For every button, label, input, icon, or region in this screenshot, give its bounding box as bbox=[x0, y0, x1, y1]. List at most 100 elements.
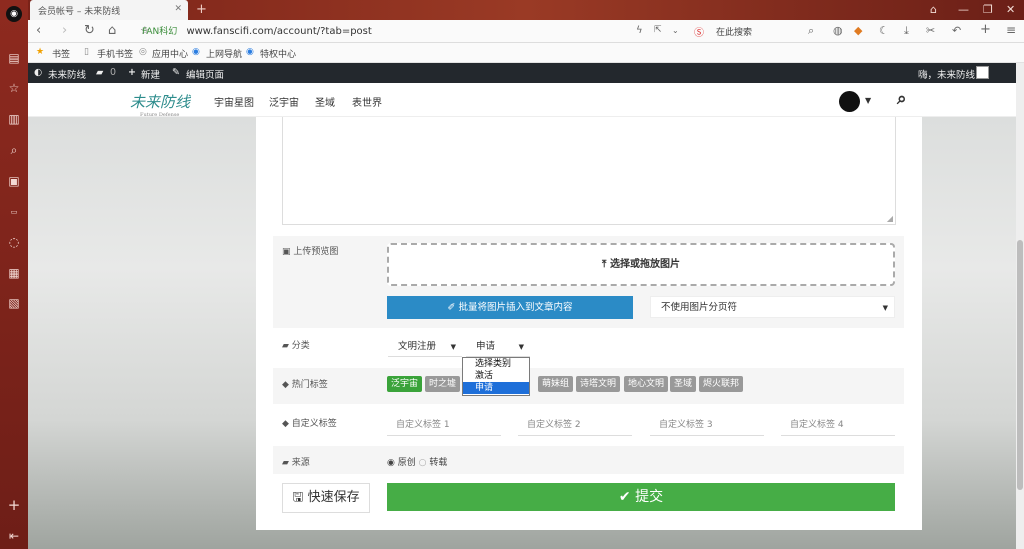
comment-count: 0 bbox=[110, 67, 117, 78]
browser-tab[interactable]: 会员帐号 – 未来防线 ✕ bbox=[30, 0, 188, 20]
avatar[interactable] bbox=[976, 66, 989, 79]
add-icon[interactable]: + bbox=[6, 497, 22, 513]
hot-tag[interactable]: 萌妹组 bbox=[538, 376, 574, 392]
bulb-icon[interactable]: ◍ bbox=[833, 24, 843, 37]
search-engine-icon[interactable]: Ⓢ bbox=[694, 24, 704, 39]
collapse-icon[interactable]: ⇤ bbox=[6, 528, 22, 544]
radio-repost[interactable]: ○ bbox=[419, 458, 427, 468]
category-primary-select[interactable]: 文明注册 ▼ bbox=[388, 337, 462, 357]
close-icon[interactable]: ✕ bbox=[174, 4, 182, 14]
comment-icon[interactable]: ▰ bbox=[96, 67, 103, 78]
greeting[interactable]: 嗨，未来防线 bbox=[918, 67, 975, 81]
minimize-icon[interactable]: — bbox=[958, 3, 969, 16]
home-icon[interactable]: ⌂ bbox=[108, 23, 116, 38]
custom-tag-input[interactable]: 自定义标签 1 bbox=[387, 418, 501, 436]
custom-tag-input[interactable]: 自定义标签 2 bbox=[518, 418, 632, 436]
nav-item[interactable]: 宇宙星图 bbox=[214, 94, 254, 109]
source-label: ▰ 来源 bbox=[282, 458, 310, 468]
privilege-icon: ◉ bbox=[246, 47, 254, 57]
resize-handle-icon[interactable]: ◢ bbox=[887, 214, 893, 223]
nav-item[interactable]: 泛宇宙 bbox=[269, 94, 299, 109]
image-dropzone[interactable]: ⤒ 选择或拖放图片 bbox=[387, 243, 895, 286]
notes-icon[interactable]: ▤ bbox=[6, 50, 22, 66]
nav-item[interactable]: 表世界 bbox=[352, 94, 382, 109]
hot-tag[interactable]: 地心文明 bbox=[624, 376, 669, 392]
admin-site-name[interactable]: 未来防线 bbox=[48, 67, 86, 81]
radio-original[interactable]: ◉ bbox=[387, 458, 395, 468]
dashboard-icon[interactable]: ◐ bbox=[34, 67, 42, 78]
moon-icon[interactable]: ☾ bbox=[879, 24, 889, 37]
insert-images-button[interactable]: ✐ 批量将图片插入到文章内容 bbox=[387, 296, 633, 319]
back-icon[interactable]: ‹ bbox=[36, 23, 41, 38]
hot-tag[interactable]: 时之墟 bbox=[425, 376, 461, 392]
dropdown-option[interactable]: 选择类别 bbox=[463, 358, 529, 370]
game-icon[interactable]: ◆ bbox=[854, 24, 862, 37]
chat-icon[interactable]: ◌ bbox=[6, 234, 22, 250]
save-icon: 🖫 bbox=[292, 490, 304, 505]
hot-tags-label: ◆ 热门标签 bbox=[282, 380, 328, 390]
new-link[interactable]: 新建 bbox=[141, 67, 160, 81]
chevron-down-icon[interactable]: ▼ bbox=[865, 96, 871, 105]
menu-icon[interactable]: ≡ bbox=[1006, 23, 1016, 37]
close-window-icon[interactable]: ✕ bbox=[1006, 3, 1015, 16]
chevron-down-icon: ▼ bbox=[518, 343, 524, 351]
bookmark-item[interactable]: 书签 bbox=[52, 47, 70, 60]
live-icon[interactable]: ▭ bbox=[6, 204, 22, 220]
forward-icon[interactable]: › bbox=[62, 23, 67, 38]
plus-icon[interactable]: + bbox=[128, 67, 136, 78]
pagination-select[interactable]: 不使用图片分页符 ▼ bbox=[650, 296, 895, 318]
reader-icon[interactable]: ▧ bbox=[6, 295, 22, 311]
hot-tag[interactable]: 泛宇宙 bbox=[387, 376, 423, 392]
site-logo[interactable]: 未来防线 Future Defense bbox=[130, 91, 190, 118]
box-icon[interactable]: ▦ bbox=[6, 265, 22, 281]
hot-tag[interactable]: 诗塔文明 bbox=[576, 376, 621, 392]
search-icon[interactable]: ⌕ bbox=[6, 142, 22, 158]
dropdown-option-selected[interactable]: 申请 bbox=[463, 382, 529, 394]
category-label: ▰ 分类 bbox=[282, 341, 310, 351]
tag-icon: ◆ bbox=[282, 419, 289, 429]
search-go-icon[interactable]: ⌕ bbox=[808, 24, 814, 38]
bookmark-item[interactable]: 特权中心 bbox=[260, 47, 296, 60]
bookmark-star-icon: ★ bbox=[36, 47, 45, 57]
user-avatar[interactable] bbox=[839, 91, 860, 112]
undo-icon[interactable]: ↶ bbox=[952, 24, 961, 37]
star-icon[interactable]: ☆ bbox=[6, 80, 22, 96]
source-radio-group: ◉ 原创 ○ 转载 bbox=[387, 458, 448, 468]
source-row bbox=[273, 446, 904, 474]
content-editor[interactable]: ◢ bbox=[282, 117, 896, 225]
scissors-icon[interactable]: ✂ bbox=[926, 24, 935, 37]
wp-admin-bar: ◐ 未来防线 ▰ 0 + 新建 ✎ 编辑页面 嗨，未来防线 bbox=[28, 63, 1024, 83]
add-icon[interactable]: + bbox=[980, 22, 991, 37]
book-icon[interactable]: ▥ bbox=[6, 111, 22, 127]
quick-save-button[interactable]: 🖫 快速保存 bbox=[282, 483, 370, 513]
bookmark-item[interactable]: 应用中心 bbox=[152, 47, 188, 60]
nav-icon: ◉ bbox=[192, 47, 200, 57]
url-field[interactable]: FAN科幻 www.fanscifi.com/account/?tab=post bbox=[142, 24, 682, 40]
bookmark-item[interactable]: 手机书签 bbox=[97, 47, 133, 60]
hot-tag[interactable]: 圣域 bbox=[670, 376, 697, 392]
video-icon[interactable]: ▣ bbox=[6, 173, 22, 189]
nav-item[interactable]: 圣域 bbox=[315, 94, 335, 109]
hot-tag[interactable]: 烬火联邦 bbox=[699, 376, 744, 392]
submit-button[interactable]: ✔ 提交 bbox=[387, 483, 895, 511]
new-tab-icon[interactable]: + bbox=[196, 2, 207, 17]
dropdown-option[interactable]: 激活 bbox=[463, 370, 529, 382]
phone-icon: ▯ bbox=[84, 47, 89, 57]
edit-page-link[interactable]: 编辑页面 bbox=[186, 67, 224, 81]
url-text: www.fanscifi.com/account/?tab=post bbox=[186, 26, 372, 37]
download-icon[interactable]: ⤓ bbox=[904, 24, 909, 38]
category-secondary-select[interactable]: 申请 ▼ bbox=[466, 337, 530, 357]
category-dropdown-list[interactable]: 选择类别 激活 申请 bbox=[462, 357, 530, 396]
search-field[interactable]: 在此搜索 bbox=[716, 25, 752, 38]
reload-icon[interactable]: ↻ bbox=[84, 23, 95, 38]
browser-logo-icon[interactable]: ◉ bbox=[6, 6, 22, 22]
chevron-down-icon: ▼ bbox=[450, 343, 456, 351]
bookmark-item[interactable]: 上网导航 bbox=[206, 47, 242, 60]
custom-tag-input[interactable]: 自定义标签 3 bbox=[650, 418, 764, 436]
skin-icon[interactable]: ⌂ bbox=[930, 3, 937, 16]
pencil-icon[interactable]: ✎ bbox=[172, 67, 180, 78]
search-icon[interactable]: ⌕ bbox=[897, 89, 907, 109]
restore-icon[interactable]: ❐ bbox=[983, 3, 993, 16]
scrollbar-thumb[interactable] bbox=[1017, 240, 1023, 490]
custom-tag-input[interactable]: 自定义标签 4 bbox=[781, 418, 895, 436]
